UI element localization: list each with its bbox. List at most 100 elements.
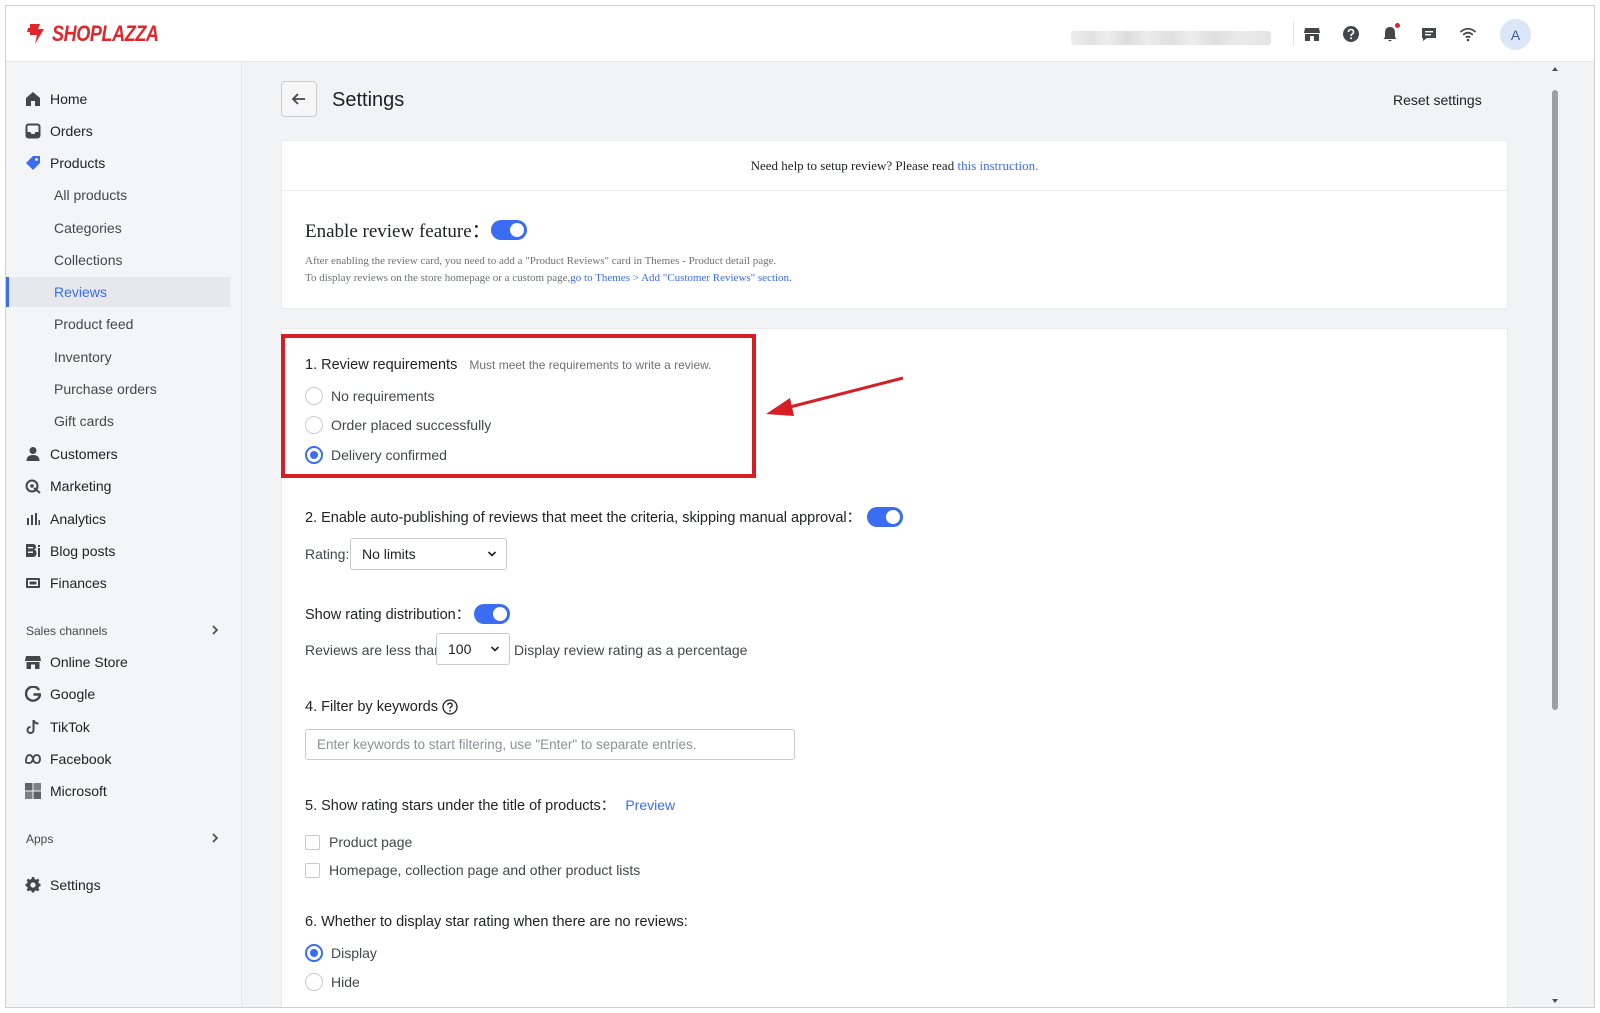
home-icon <box>24 90 42 108</box>
sidebar-item-categories[interactable]: Categories <box>6 213 230 243</box>
gear-icon <box>24 876 42 894</box>
scrollbar-thumb[interactable] <box>1552 90 1558 710</box>
checkbox[interactable] <box>305 862 320 878</box>
section-6-heading: 6. Whether to display star rating when t… <box>305 914 688 930</box>
meta-icon <box>24 750 42 768</box>
tiktok-icon <box>24 718 42 736</box>
page-scrollbar[interactable] <box>1548 62 1562 1007</box>
bell-icon[interactable] <box>1378 22 1402 46</box>
sidebar-item-home[interactable]: Home <box>6 84 230 114</box>
topbar-divider <box>1293 22 1294 46</box>
display-percentage-label: Display review rating as a percentage <box>514 642 748 658</box>
section-3-heading: Show rating distribution： <box>305 607 471 623</box>
logo-mark-icon <box>27 24 44 44</box>
scroll-down-arrow-icon[interactable] <box>1551 997 1559 1005</box>
wifi-icon[interactable] <box>1456 22 1480 46</box>
logo-text: SHOPLAZZA <box>52 21 159 46</box>
sidebar-item-all-products[interactable]: All products <box>6 180 230 210</box>
sidebar-item-google[interactable]: Google <box>6 679 230 709</box>
enable-review-description: After enabling the review card, you need… <box>305 253 792 287</box>
auto-publish-toggle[interactable] <box>867 506 904 527</box>
tag-icon <box>24 154 42 172</box>
store-icon[interactable] <box>1300 22 1324 46</box>
auto-publish-row: 2. Enable auto-publishing of reviews tha… <box>305 506 904 527</box>
instruction-link[interactable]: this instruction. <box>957 158 1038 173</box>
avatar[interactable]: A <box>1500 19 1531 50</box>
finances-icon <box>24 574 42 592</box>
radio-hide[interactable]: Hide <box>305 973 360 991</box>
store-icon <box>24 653 42 671</box>
sidebar-item-products[interactable]: Products <box>6 148 230 178</box>
sidebar-item-customers[interactable]: Customers <box>6 439 230 469</box>
desc-line-1: After enabling the review card, you need… <box>305 255 777 267</box>
enable-review-label: Enable review feature： <box>305 221 491 242</box>
sidebar-item-analytics[interactable]: Analytics <box>6 504 230 534</box>
sidebar-item-marketing[interactable]: Marketing <box>6 471 230 501</box>
chat-icon[interactable] <box>1417 22 1441 46</box>
sidebar-item-blog-posts[interactable]: Blog posts <box>6 536 230 566</box>
notification-dot <box>1395 23 1400 28</box>
back-button[interactable] <box>281 81 317 117</box>
sidebar-item-inventory[interactable]: Inventory <box>6 342 230 372</box>
rating-distribution-toggle[interactable] <box>474 603 511 624</box>
person-icon <box>24 445 42 463</box>
enable-review-toggle[interactable] <box>490 219 527 240</box>
themes-link[interactable]: go to Themes > Add "Customer Reviews" se… <box>570 272 792 284</box>
help-icon[interactable] <box>1339 22 1363 46</box>
section-2-heading: 2. Enable auto-publishing of reviews tha… <box>305 510 862 526</box>
sidebar-item-microsoft[interactable]: Microsoft <box>6 776 230 806</box>
sales-channels-header[interactable]: Sales channels <box>6 619 230 643</box>
microsoft-icon <box>24 782 42 800</box>
radio-display[interactable]: Display <box>305 944 377 962</box>
desc-line-2-prefix: To display reviews on the store homepage… <box>305 272 571 284</box>
scroll-up-arrow-icon[interactable] <box>1551 65 1559 73</box>
help-circle-icon[interactable] <box>442 699 458 715</box>
keywords-input[interactable] <box>305 729 795 760</box>
radio-button[interactable] <box>305 973 323 991</box>
radio-button-selected[interactable] <box>305 944 323 962</box>
preview-link[interactable]: Preview <box>625 797 675 813</box>
checkbox[interactable] <box>305 834 320 850</box>
radio-button-selected[interactable] <box>305 446 323 464</box>
sidebar-item-gift-cards[interactable]: Gift cards <box>6 406 230 436</box>
sidebar-item-online-store[interactable]: Online Store <box>6 647 230 677</box>
sidebar-item-collections[interactable]: Collections <box>6 245 230 275</box>
sidebar-item-settings[interactable]: Settings <box>6 870 230 900</box>
top-bar: SHOPLAZZA A <box>6 6 1594 62</box>
sidebar-item-facebook[interactable]: Facebook <box>6 744 230 774</box>
reviews-threshold-select[interactable]: 100 <box>436 633 510 665</box>
help-banner: Need help to setup review? Please read t… <box>282 141 1507 191</box>
sidebar-item-reviews[interactable]: Reviews <box>6 277 230 307</box>
rating-select[interactable]: No limits <box>350 538 507 570</box>
enable-review-row: Enable review feature： <box>305 216 527 243</box>
sidebar-item-finances[interactable]: Finances <box>6 568 230 598</box>
radio-order-placed[interactable]: Order placed successfully <box>305 416 491 434</box>
reset-settings-button[interactable]: Reset settings <box>1393 92 1482 108</box>
enable-review-card: Need help to setup review? Please read t… <box>281 140 1508 309</box>
shoplazza-logo[interactable]: SHOPLAZZA <box>26 20 182 48</box>
radio-button[interactable] <box>305 387 323 405</box>
section-5-heading: 5. Show rating stars under the title of … <box>305 798 616 814</box>
radio-no-requirements[interactable]: No requirements <box>305 387 435 405</box>
orders-icon <box>24 122 42 140</box>
sidebar-item-orders[interactable]: Orders <box>6 116 230 146</box>
checkbox-product-page[interactable]: Product page <box>305 834 412 850</box>
radio-delivery-confirmed[interactable]: Delivery confirmed <box>305 446 447 464</box>
review-requirements-title: 1. Review requirements Must meet the req… <box>305 357 711 373</box>
marketing-icon <box>24 477 42 495</box>
sidebar-item-tiktok[interactable]: TikTok <box>6 712 230 742</box>
radio-button[interactable] <box>305 416 323 434</box>
main-content: Settings Reset settings Need help to set… <box>243 62 1573 1007</box>
page-title: Settings <box>332 89 405 111</box>
section-1-hint: Must meet the requirements to write a re… <box>469 358 712 372</box>
checkbox-homepage-lists[interactable]: Homepage, collection page and other prod… <box>305 862 640 878</box>
apps-header[interactable]: Apps <box>6 827 230 851</box>
sidebar-item-purchase-orders[interactable]: Purchase orders <box>6 374 230 404</box>
section-4-heading: 4. Filter by keywords <box>305 699 438 715</box>
blog-icon <box>24 542 42 560</box>
rating-distribution-row: Show rating distribution： <box>305 603 511 624</box>
no-reviews-display-title: 6. Whether to display star rating when t… <box>305 914 688 930</box>
help-text: Need help to setup review? Please read <box>750 158 958 173</box>
sidebar-item-product-feed[interactable]: Product feed <box>6 309 230 339</box>
section-1-heading: 1. Review requirements <box>305 357 458 373</box>
